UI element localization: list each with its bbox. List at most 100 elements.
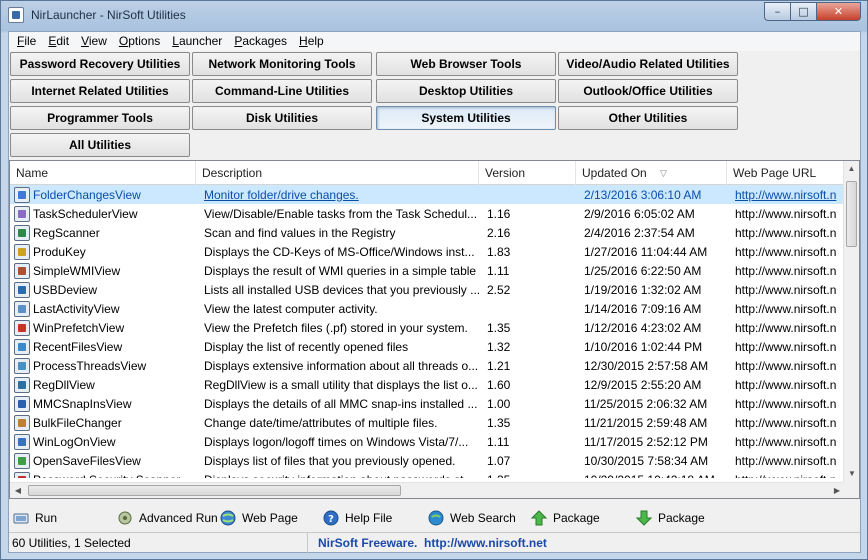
cell-updated-on-text: 1/27/2016 11:04:44 AM (584, 244, 708, 259)
cell-updated-on: 11/25/2015 2:06:32 AM (578, 397, 729, 411)
menu-options[interactable]: Options (113, 32, 166, 51)
menu-packages[interactable]: Packages (228, 32, 293, 51)
category-video-audio[interactable]: Video/Audio Related Utilities (558, 52, 738, 76)
cell-description: Displays the details of all MMC snap-ins… (198, 397, 481, 411)
category-network-monitoring[interactable]: Network Monitoring Tools (192, 52, 372, 76)
sort-descending-icon: ▽ (660, 168, 667, 178)
cell-web-page-url-text: http://www.nirsoft.n (735, 415, 837, 430)
cell-updated-on: 1/25/2016 6:22:50 AM (578, 264, 729, 278)
menu-help[interactable]: Help (293, 32, 330, 51)
cell-name: RegScanner (10, 224, 198, 241)
globe-icon (220, 510, 236, 526)
title-bar[interactable]: NirLauncher - NirSoft Utilities – □ ✕ (1, 1, 867, 31)
horizontal-scrollbar[interactable]: ◀ ▶ (10, 482, 845, 498)
cell-description: Display the list of recently opened file… (198, 340, 481, 354)
window-title: NirLauncher - NirSoft Utilities (31, 8, 186, 22)
cell-version: 1.35 (481, 416, 578, 430)
package-down-button[interactable]: Package (636, 509, 705, 527)
table-row[interactable]: WinLogOnView Displays logon/logoff times … (10, 432, 845, 451)
nirsoft-link[interactable]: NirSoft Freeware. http://www.nirsoft.net (308, 536, 547, 550)
menu-view[interactable]: View (75, 32, 113, 51)
cell-version-text: 1.35 (487, 320, 511, 335)
cell-version-text: 2.16 (487, 225, 511, 240)
cell-web-page-url: http://www.nirsoft.n (729, 302, 845, 316)
utilities-list[interactable]: Name Description Version Updated On ▽ We… (9, 160, 860, 499)
cell-description: View/Disable/Enable tasks from the Task … (198, 207, 481, 221)
column-version[interactable]: Version (479, 161, 576, 185)
table-row[interactable]: ProcessThreadsView Displays extensive inf… (10, 356, 845, 375)
menu-edit[interactable]: Edit (42, 32, 75, 51)
cell-web-page-url: http://www.nirsoft.n (729, 378, 845, 392)
column-web-page-url[interactable]: Web Page URL (727, 161, 845, 185)
cell-description-text: Lists all installed USB devices that you… (204, 282, 481, 297)
menu-launcher[interactable]: Launcher (166, 32, 228, 51)
table-row[interactable]: MMCSnapInsView Displays the details of al… (10, 394, 845, 413)
table-row[interactable]: RegScanner Scan and find values in the Re… (10, 223, 845, 242)
category-outlook-office[interactable]: Outlook/Office Utilities (558, 79, 738, 103)
horizontal-scroll-thumb[interactable] (28, 485, 401, 496)
table-row[interactable]: SimpleWMIView Displays the result of WMI … (10, 261, 845, 280)
cell-web-page-url: http://www.nirsoft.n (729, 454, 845, 468)
package-up-button[interactable]: Package (531, 509, 600, 527)
vertical-scrollbar[interactable]: ▲ ▼ (843, 161, 859, 482)
table-row[interactable]: BulkFileChanger Change date/time/attribut… (10, 413, 845, 432)
cell-web-page-url: http://www.nirsoft.n (729, 397, 845, 411)
category-command-line[interactable]: Command-Line Utilities (192, 79, 372, 103)
cell-updated-on-text: 2/9/2016 6:05:02 AM (584, 206, 695, 221)
cell-name: WinPrefetchView (10, 319, 198, 336)
help-file-button[interactable]: ? Help File (323, 509, 392, 527)
category-internet[interactable]: Internet Related Utilities (10, 79, 190, 103)
package-up-label: Package (553, 511, 600, 525)
category-desktop[interactable]: Desktop Utilities (376, 79, 556, 103)
app-icon (8, 7, 24, 23)
category-password-recovery[interactable]: Password Recovery Utilities (10, 52, 190, 76)
table-row[interactable]: RegDllView RegDllView is a small utility … (10, 375, 845, 394)
web-search-button[interactable]: Web Search (428, 509, 516, 527)
web-page-button[interactable]: Web Page (220, 509, 298, 527)
category-system[interactable]: System Utilities (376, 106, 556, 130)
minimize-button[interactable]: – (764, 2, 791, 21)
maximize-button[interactable]: □ (790, 2, 817, 21)
table-row[interactable]: OpenSaveFilesView Displays list of files … (10, 451, 845, 470)
cell-version: 1.83 (481, 245, 578, 259)
cell-updated-on: 11/21/2015 2:59:48 AM (578, 416, 729, 430)
table-row[interactable]: FolderChangesView Monitor folder/drive ch… (10, 185, 845, 204)
table-row[interactable]: Password Security Scanner Displays securi… (10, 470, 845, 478)
cell-name: SimpleWMIView (10, 262, 198, 279)
category-web-browser[interactable]: Web Browser Tools (376, 52, 556, 76)
list-rows: FolderChangesView Monitor folder/drive ch… (10, 185, 845, 478)
scroll-down-icon[interactable]: ▼ (844, 466, 860, 482)
scroll-up-icon[interactable]: ▲ (844, 161, 859, 177)
cell-web-page-url: http://www.nirsoft.n (729, 359, 845, 373)
category-disk[interactable]: Disk Utilities (192, 106, 372, 130)
vertical-scroll-thumb[interactable] (846, 181, 857, 247)
table-row[interactable]: USBDeview Lists all installed USB devices… (10, 280, 845, 299)
column-updated-on[interactable]: Updated On ▽ (576, 161, 727, 185)
cell-updated-on-text: 12/9/2015 2:55:20 AM (584, 377, 702, 392)
run-button[interactable]: Run (13, 509, 57, 527)
cell-updated-on-text: 10/29/2015 10:42:18 AM (584, 473, 715, 479)
table-row[interactable]: LastActivityView View the latest computer… (10, 299, 845, 318)
cell-updated-on: 1/12/2016 4:23:02 AM (578, 321, 729, 335)
advanced-run-button[interactable]: Advanced Run (117, 509, 218, 527)
threads-icon (14, 357, 30, 374)
regscanner-icon (14, 224, 30, 241)
cell-updated-on-text: 1/14/2016 7:09:16 AM (584, 301, 702, 316)
cell-version: 1.21 (481, 359, 578, 373)
mmc-icon (14, 395, 30, 412)
cell-version-text: 1.32 (487, 339, 511, 354)
table-row[interactable]: WinPrefetchView View the Prefetch files (… (10, 318, 845, 337)
category-other[interactable]: Other Utilities (558, 106, 738, 130)
table-row[interactable]: TaskSchedulerView View/Disable/Enable tas… (10, 204, 845, 223)
category-programmer[interactable]: Programmer Tools (10, 106, 190, 130)
cell-updated-on-text: 1/12/2016 4:23:02 AM (584, 320, 702, 335)
scroll-left-icon[interactable]: ◀ (10, 483, 26, 499)
menu-file[interactable]: File (11, 32, 42, 51)
column-description[interactable]: Description (196, 161, 479, 185)
cell-version-text: 1.11 (487, 434, 510, 449)
close-button[interactable]: ✕ (816, 2, 861, 21)
table-row[interactable]: ProduKey Displays the CD-Keys of MS-Offic… (10, 242, 845, 261)
column-name[interactable]: Name (10, 161, 196, 185)
table-row[interactable]: RecentFilesView Display the list of recen… (10, 337, 845, 356)
category-all[interactable]: All Utilities (10, 133, 190, 157)
